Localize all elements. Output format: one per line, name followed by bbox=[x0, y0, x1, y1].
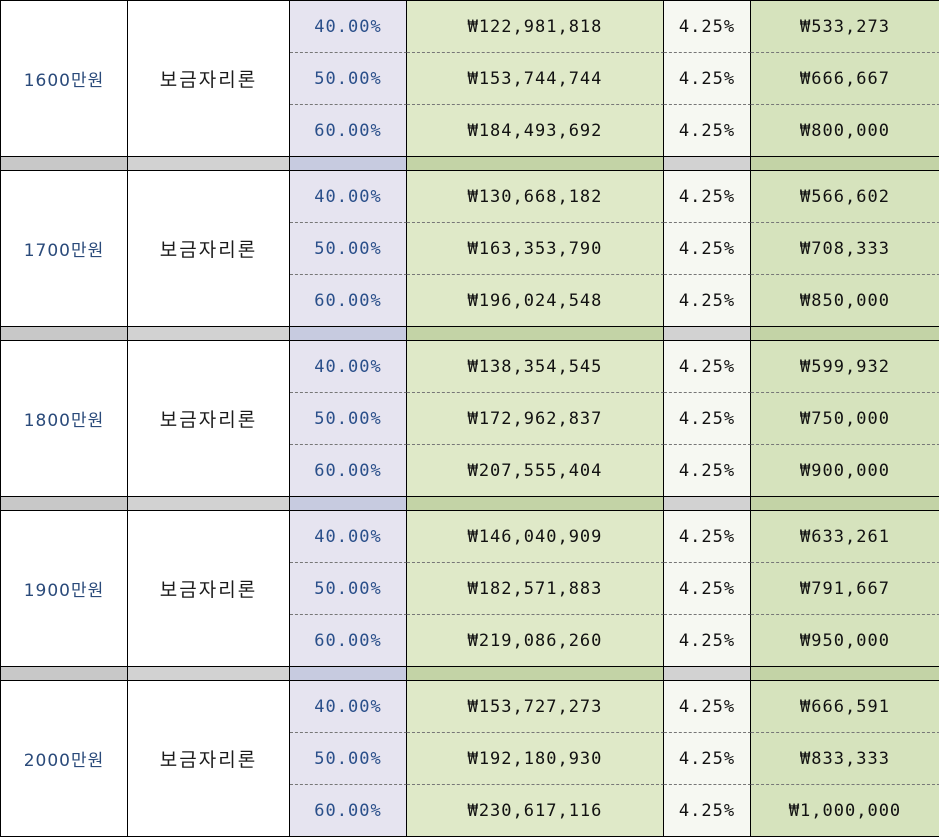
separator-cell bbox=[290, 157, 407, 170]
separator-cell bbox=[1, 497, 128, 510]
payment-cell: ₩633,261 bbox=[751, 511, 939, 563]
ltv-cell: 40.00% bbox=[290, 171, 407, 223]
loan-cell: ₩172,962,837 bbox=[407, 393, 664, 445]
rate-cell: 4.25% bbox=[664, 563, 751, 615]
separator-cell bbox=[128, 327, 290, 340]
loan-table: 1600만원 보금자리론 40.00% ₩122,981,818 4.25% ₩533,2… bbox=[0, 0, 939, 837]
income-cell: 1600만원 bbox=[1, 1, 128, 157]
separator-cell bbox=[128, 667, 290, 680]
payment-cell: ₩833,333 bbox=[751, 733, 939, 785]
group-separator bbox=[1, 327, 939, 341]
loan-cell: ₩192,180,930 bbox=[407, 733, 664, 785]
loan-cell: ₩196,024,548 bbox=[407, 275, 664, 327]
income-cell: 2000만원 bbox=[1, 681, 128, 837]
ltv-cell: 60.00% bbox=[290, 615, 407, 667]
rate-cell: 4.25% bbox=[664, 341, 751, 393]
payment-cell: ₩750,000 bbox=[751, 393, 939, 445]
loan-cell: ₩130,668,182 bbox=[407, 171, 664, 223]
separator-cell bbox=[407, 667, 664, 680]
payment-cell: ₩800,000 bbox=[751, 105, 939, 157]
ltv-cell: 60.00% bbox=[290, 445, 407, 497]
ltv-cell: 60.00% bbox=[290, 785, 407, 837]
product-cell: 보금자리론 bbox=[128, 341, 290, 497]
product-cell: 보금자리론 bbox=[128, 1, 290, 157]
separator-cell bbox=[751, 667, 939, 680]
loan-cell: ₩153,744,744 bbox=[407, 53, 664, 105]
separator-cell bbox=[751, 157, 939, 170]
separator-cell bbox=[407, 157, 664, 170]
separator-cell bbox=[664, 667, 751, 680]
rate-cell: 4.25% bbox=[664, 393, 751, 445]
separator-cell bbox=[290, 497, 407, 510]
separator-cell bbox=[664, 327, 751, 340]
income-cell: 1700만원 bbox=[1, 171, 128, 327]
ltv-cell: 50.00% bbox=[290, 393, 407, 445]
separator-cell bbox=[407, 327, 664, 340]
separator-cell bbox=[128, 157, 290, 170]
income-cell: 1900만원 bbox=[1, 511, 128, 667]
separator-cell bbox=[407, 497, 664, 510]
loan-cell: ₩184,493,692 bbox=[407, 105, 664, 157]
rate-cell: 4.25% bbox=[664, 105, 751, 157]
separator-cell bbox=[290, 327, 407, 340]
ltv-cell: 40.00% bbox=[290, 511, 407, 563]
rate-cell: 4.25% bbox=[664, 275, 751, 327]
ltv-cell: 50.00% bbox=[290, 733, 407, 785]
payment-cell: ₩566,602 bbox=[751, 171, 939, 223]
payment-cell: ₩850,000 bbox=[751, 275, 939, 327]
loan-cell: ₩207,555,404 bbox=[407, 445, 664, 497]
product-cell: 보금자리론 bbox=[128, 681, 290, 837]
payment-cell: ₩791,667 bbox=[751, 563, 939, 615]
separator-cell bbox=[1, 327, 128, 340]
rate-cell: 4.25% bbox=[664, 53, 751, 105]
ltv-cell: 60.00% bbox=[290, 275, 407, 327]
rate-cell: 4.25% bbox=[664, 171, 751, 223]
rate-cell: 4.25% bbox=[664, 785, 751, 837]
payment-cell: ₩950,000 bbox=[751, 615, 939, 667]
loan-cell: ₩163,353,790 bbox=[407, 223, 664, 275]
ltv-cell: 50.00% bbox=[290, 53, 407, 105]
product-cell: 보금자리론 bbox=[128, 171, 290, 327]
payment-cell: ₩666,591 bbox=[751, 681, 939, 733]
ltv-cell: 40.00% bbox=[290, 341, 407, 393]
loan-cell: ₩230,617,116 bbox=[407, 785, 664, 837]
rate-cell: 4.25% bbox=[664, 445, 751, 497]
separator-cell bbox=[751, 497, 939, 510]
separator-cell bbox=[1, 157, 128, 170]
product-cell: 보금자리론 bbox=[128, 511, 290, 667]
loan-cell: ₩153,727,273 bbox=[407, 681, 664, 733]
separator-cell bbox=[751, 327, 939, 340]
income-cell: 1800만원 bbox=[1, 341, 128, 497]
payment-cell: ₩533,273 bbox=[751, 1, 939, 53]
rate-cell: 4.25% bbox=[664, 733, 751, 785]
ltv-cell: 50.00% bbox=[290, 563, 407, 615]
payment-cell: ₩900,000 bbox=[751, 445, 939, 497]
rate-cell: 4.25% bbox=[664, 681, 751, 733]
group-separator bbox=[1, 497, 939, 511]
payment-cell: ₩1,000,000 bbox=[751, 785, 939, 837]
separator-cell bbox=[664, 497, 751, 510]
ltv-cell: 50.00% bbox=[290, 223, 407, 275]
group-separator bbox=[1, 157, 939, 171]
ltv-cell: 40.00% bbox=[290, 1, 407, 53]
group-separator bbox=[1, 667, 939, 681]
ltv-cell: 40.00% bbox=[290, 681, 407, 733]
rate-cell: 4.25% bbox=[664, 1, 751, 53]
rate-cell: 4.25% bbox=[664, 223, 751, 275]
payment-cell: ₩708,333 bbox=[751, 223, 939, 275]
rate-cell: 4.25% bbox=[664, 615, 751, 667]
separator-cell bbox=[290, 667, 407, 680]
payment-cell: ₩666,667 bbox=[751, 53, 939, 105]
loan-cell: ₩219,086,260 bbox=[407, 615, 664, 667]
separator-cell bbox=[664, 157, 751, 170]
loan-cell: ₩182,571,883 bbox=[407, 563, 664, 615]
separator-cell bbox=[1, 667, 128, 680]
ltv-cell: 60.00% bbox=[290, 105, 407, 157]
separator-cell bbox=[128, 497, 290, 510]
payment-cell: ₩599,932 bbox=[751, 341, 939, 393]
loan-cell: ₩138,354,545 bbox=[407, 341, 664, 393]
loan-cell: ₩122,981,818 bbox=[407, 1, 664, 53]
rate-cell: 4.25% bbox=[664, 511, 751, 563]
loan-cell: ₩146,040,909 bbox=[407, 511, 664, 563]
